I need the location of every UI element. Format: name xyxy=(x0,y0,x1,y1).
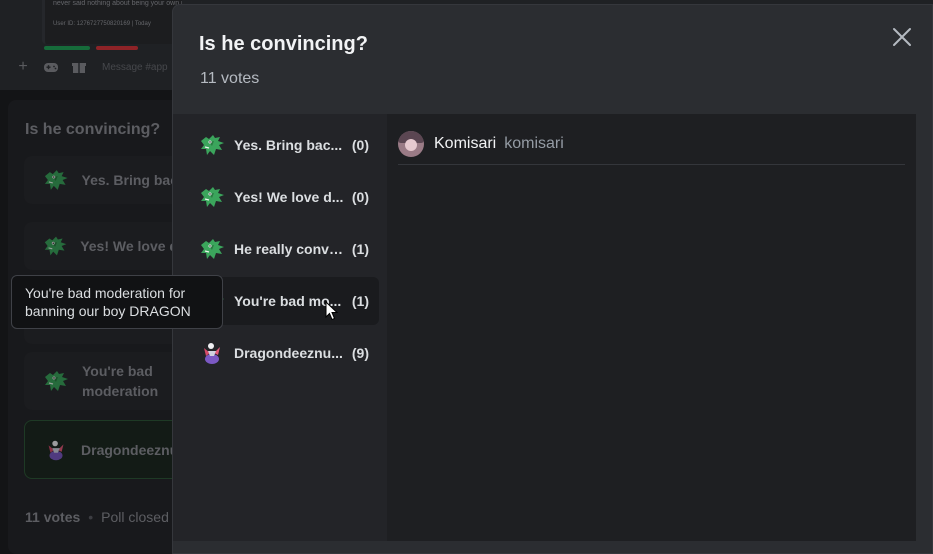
answer-item[interactable]: Yes. Bring bac... (0) xyxy=(186,121,379,169)
close-icon[interactable] xyxy=(890,25,914,49)
answer-label: Dragondeeznu... xyxy=(234,345,343,361)
answer-label: He really convi... xyxy=(234,241,344,257)
answer-count: (1) xyxy=(351,241,369,257)
voter-username: komisari xyxy=(504,135,564,152)
avatar[interactable] xyxy=(398,131,424,157)
answer-count: (0) xyxy=(351,189,369,205)
poll-results-modal: Is he convincing? 11 votes Yes. Bring ba… xyxy=(172,4,933,554)
answer-count: (1) xyxy=(351,293,369,309)
answer-count: (0) xyxy=(351,137,369,153)
custom-emoji-icon xyxy=(198,339,226,367)
dragon-icon xyxy=(198,183,226,211)
modal-title: Is he convincing? xyxy=(199,33,368,55)
answer-item[interactable]: He really convi... (1) xyxy=(186,225,379,273)
voter-display-name: Komisari xyxy=(434,135,497,152)
modal-vote-count: 11 votes xyxy=(200,70,260,87)
dragon-icon xyxy=(198,235,226,263)
answer-tooltip: You're bad moderation for banning our bo… xyxy=(11,275,223,329)
answer-label: Yes. Bring bac... xyxy=(234,137,343,153)
voter-row[interactable]: Komisari komisari xyxy=(398,124,905,165)
mouse-cursor-icon xyxy=(325,301,339,321)
answer-label: Yes! We love d... xyxy=(234,189,344,205)
answer-item[interactable]: Dragondeeznu... (9) xyxy=(186,329,379,377)
answer-item[interactable]: Yes! We love d... (0) xyxy=(186,173,379,221)
modal-body: Yes. Bring bac... (0) Yes! We love d... … xyxy=(173,114,916,541)
voters-panel: Komisari komisari xyxy=(387,114,916,541)
answer-count: (9) xyxy=(351,345,369,361)
dragon-icon xyxy=(198,131,226,159)
